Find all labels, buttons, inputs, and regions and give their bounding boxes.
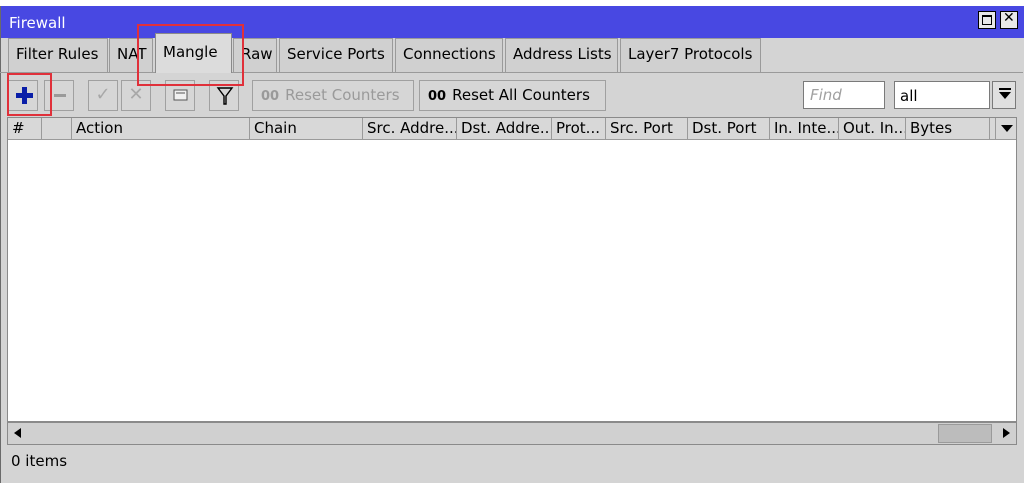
- restore-icon: [982, 15, 992, 25]
- filter-select-value: all: [900, 87, 918, 105]
- dropdown-bar-icon: [999, 88, 1011, 90]
- tab-service-ports[interactable]: Service Ports: [279, 38, 393, 72]
- status-bar: 0 items: [7, 447, 1017, 475]
- counter-icon: 00: [261, 89, 280, 104]
- find-input[interactable]: [803, 81, 885, 109]
- close-icon: ✕: [1003, 10, 1015, 26]
- column-header-src-address[interactable]: Src. Addre...: [363, 118, 457, 139]
- comment-button[interactable]: [165, 80, 195, 111]
- tab-raw[interactable]: Raw: [233, 38, 277, 72]
- tab-connections[interactable]: Connections: [395, 38, 503, 72]
- tab-layer7-protocols[interactable]: Layer7 Protocols: [620, 38, 761, 72]
- tab-mangle[interactable]: Mangle: [155, 33, 232, 73]
- scroll-left-button[interactable]: [8, 423, 28, 444]
- item-count: 0 items: [11, 452, 68, 470]
- column-menu-button[interactable]: [996, 118, 1016, 139]
- chevron-down-icon: [1001, 125, 1013, 132]
- tab-nat[interactable]: NAT: [109, 38, 153, 72]
- add-icon: [16, 87, 33, 104]
- column-header-protocol[interactable]: Prot...: [552, 118, 606, 139]
- remove-icon: [54, 94, 66, 97]
- counter-icon: 00: [428, 89, 447, 104]
- filter-icon: [216, 87, 234, 105]
- column-header-chain[interactable]: Chain: [250, 118, 363, 139]
- close-button[interactable]: ✕: [1000, 10, 1018, 29]
- column-header-src-port[interactable]: Src. Port: [606, 118, 688, 139]
- column-header-flags[interactable]: [42, 118, 72, 139]
- enable-button[interactable]: ✓: [88, 80, 118, 111]
- disable-button[interactable]: ✕: [121, 80, 151, 111]
- mangle-rules-table[interactable]: # Action Chain Src. Addre... Dst. Addre.…: [7, 117, 1017, 422]
- remove-button[interactable]: [44, 80, 74, 111]
- arrow-right-icon: [1003, 428, 1010, 438]
- scroll-right-button[interactable]: [996, 423, 1016, 444]
- table-header: # Action Chain Src. Addre... Dst. Addre.…: [8, 118, 1016, 140]
- disable-icon: ✕: [128, 84, 144, 105]
- add-button[interactable]: [8, 80, 38, 111]
- column-header-action[interactable]: Action: [72, 118, 250, 139]
- reset-counters-label: Reset Counters: [285, 86, 400, 104]
- toolbar-divider: [0, 72, 1023, 73]
- enable-icon: ✓: [95, 84, 111, 105]
- tab-filter-rules[interactable]: Filter Rules: [8, 38, 108, 72]
- restore-button[interactable]: [978, 11, 996, 29]
- column-header-dst-address[interactable]: Dst. Addre...: [457, 118, 552, 139]
- reset-all-counters-label: Reset All Counters: [452, 86, 590, 104]
- column-header-number[interactable]: #: [8, 118, 42, 139]
- tab-address-lists[interactable]: Address Lists: [505, 38, 618, 72]
- horizontal-scrollbar[interactable]: [7, 422, 1017, 445]
- chevron-down-icon: [999, 92, 1011, 99]
- window-title: Firewall: [9, 14, 66, 32]
- column-header-bytes[interactable]: Bytes: [906, 118, 990, 139]
- column-header-out-interface[interactable]: Out. In...: [839, 118, 906, 139]
- comment-icon: [173, 89, 188, 101]
- column-header-in-interface[interactable]: In. Inte...: [770, 118, 839, 139]
- filter-select[interactable]: all: [894, 81, 990, 109]
- column-header-dst-port[interactable]: Dst. Port: [688, 118, 770, 139]
- reset-all-counters-button[interactable]: 00 Reset All Counters: [419, 80, 606, 111]
- arrow-left-icon: [14, 428, 21, 438]
- filter-select-dropdown-button[interactable]: [992, 81, 1016, 109]
- filter-button[interactable]: [209, 80, 239, 111]
- scroll-thumb[interactable]: [938, 424, 992, 443]
- reset-counters-button[interactable]: 00 Reset Counters: [252, 80, 414, 111]
